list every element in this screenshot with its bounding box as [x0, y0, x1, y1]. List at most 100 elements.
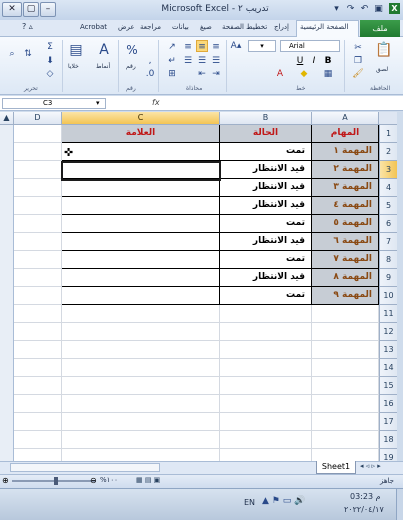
align-top-icon[interactable]: ≡ — [210, 41, 222, 53]
row-header-11[interactable]: 11 — [379, 305, 397, 323]
decimal-icon[interactable]: .0 — [144, 68, 156, 80]
undo-icon[interactable]: ↶ — [358, 3, 371, 16]
zoom-out-icon[interactable]: ⊖ — [90, 476, 97, 485]
cell-c16[interactable] — [62, 395, 220, 413]
vertical-scrollbar[interactable] — [0, 125, 14, 461]
row-header-15[interactable]: 15 — [379, 377, 397, 395]
cell-c19[interactable] — [62, 449, 220, 461]
cell-a16[interactable] — [312, 395, 379, 413]
cell-b18[interactable] — [220, 431, 312, 449]
task-cell[interactable]: المهمة ٢ — [312, 161, 379, 179]
tab-acrobat[interactable]: Acrobat — [80, 23, 107, 31]
maximize-button[interactable]: ▢ — [23, 2, 39, 17]
autosum-icon[interactable]: Σ — [44, 41, 56, 53]
task-cell[interactable]: المهمة ٥ — [312, 215, 379, 233]
italic-icon[interactable]: I — [308, 55, 320, 67]
sheet-nav-icons[interactable]: ◂ ◃ ▹ ▸ — [360, 462, 381, 470]
cell-c13[interactable] — [62, 341, 220, 359]
tab-file[interactable]: ملف — [360, 20, 400, 37]
cell-b15[interactable] — [220, 377, 312, 395]
row-header-1[interactable]: 1 — [379, 125, 397, 143]
row-header-5[interactable]: 5 — [379, 197, 397, 215]
cell-c6[interactable] — [62, 215, 220, 233]
tab-formulas[interactable]: صيغ — [200, 23, 212, 31]
percent-icon[interactable]: % — [122, 40, 142, 60]
cell-a19[interactable] — [312, 449, 379, 461]
cell-d9[interactable] — [14, 269, 62, 287]
styles-icon[interactable]: A — [94, 40, 114, 60]
status-cell[interactable]: قيد الانتظار — [220, 233, 312, 251]
underline-icon[interactable]: U — [294, 55, 306, 67]
row-header-4[interactable]: 4 — [379, 179, 397, 197]
cell-d16[interactable] — [14, 395, 62, 413]
fill-color-icon[interactable]: ◆ — [298, 68, 310, 80]
name-box-dropdown-icon[interactable]: ▾ — [96, 99, 100, 107]
cell-d4[interactable] — [14, 179, 62, 197]
task-cell[interactable]: المهمة ٩ — [312, 287, 379, 305]
status-cell[interactable]: تمت — [220, 215, 312, 233]
row-header-14[interactable]: 14 — [379, 359, 397, 377]
grow-font-icon[interactable]: A▴ — [230, 40, 242, 52]
cell-d15[interactable] — [14, 377, 62, 395]
language-indicator[interactable]: EN — [244, 498, 255, 507]
row-header-3[interactable]: 3 — [379, 161, 397, 179]
cell-c11[interactable] — [62, 305, 220, 323]
clear-icon[interactable]: ◇ — [44, 68, 56, 80]
cell-c12[interactable] — [62, 323, 220, 341]
close-button[interactable]: ✕ — [2, 2, 22, 17]
cell-a17[interactable] — [312, 413, 379, 431]
tab-page-layout[interactable]: تخطيط الصفحة — [222, 23, 267, 31]
task-cell[interactable]: المهمة ٤ — [312, 197, 379, 215]
borders-icon[interactable]: ▦ — [322, 68, 334, 80]
cell-d5[interactable] — [14, 197, 62, 215]
tab-data[interactable]: بيانات — [172, 23, 189, 31]
select-all-button[interactable] — [379, 112, 397, 125]
cell-d18[interactable] — [14, 431, 62, 449]
column-header-d[interactable]: D — [14, 112, 62, 125]
row-header-16[interactable]: 16 — [379, 395, 397, 413]
cell-d14[interactable] — [14, 359, 62, 377]
scrollbar-top[interactable]: ▲ — [0, 112, 14, 125]
outdent-icon[interactable]: ⇤ — [196, 68, 208, 80]
font-size-select[interactable]: ▾ — [248, 40, 276, 52]
cell-d1[interactable] — [14, 125, 62, 143]
row-header-9[interactable]: 9 — [379, 269, 397, 287]
cell-b13[interactable] — [220, 341, 312, 359]
row-header-18[interactable]: 18 — [379, 431, 397, 449]
align-left-icon[interactable]: ☰ — [182, 55, 194, 67]
status-cell[interactable]: قيد الانتظار — [220, 269, 312, 287]
zoom-level[interactable]: %١٠٠ — [100, 476, 118, 484]
cell-c5[interactable] — [62, 197, 220, 215]
help-icon[interactable]: ? ▵ — [22, 22, 33, 31]
cell-c10[interactable] — [62, 287, 220, 305]
copy-icon[interactable]: ❐ — [352, 55, 364, 67]
row-header-17[interactable]: 17 — [379, 413, 397, 431]
align-middle-icon[interactable]: ≡ — [196, 40, 208, 52]
wrap-text-icon[interactable]: ↵ — [166, 55, 178, 67]
task-cell[interactable]: المهمة ٧ — [312, 251, 379, 269]
orientation-icon[interactable]: ↗ — [166, 41, 178, 53]
save-icon[interactable]: ▣ — [372, 3, 385, 16]
clock-time[interactable]: 03:23 م — [350, 492, 381, 501]
tab-view[interactable]: عرض — [118, 23, 135, 31]
cell-d8[interactable] — [14, 251, 62, 269]
cell-c17[interactable] — [62, 413, 220, 431]
cell-b11[interactable] — [220, 305, 312, 323]
font-name-select[interactable]: Arial — [280, 40, 340, 52]
cell-c8[interactable] — [62, 251, 220, 269]
minimize-button[interactable]: – — [40, 2, 56, 17]
cell-a14[interactable] — [312, 359, 379, 377]
row-header-13[interactable]: 13 — [379, 341, 397, 359]
column-header-b[interactable]: B — [220, 112, 312, 125]
worksheet-grid[interactable]: ▲ D C B A 123456789101112131415161718192… — [0, 112, 397, 461]
cell-a15[interactable] — [312, 377, 379, 395]
horizontal-scrollbar[interactable] — [10, 463, 160, 472]
cell-b12[interactable] — [220, 323, 312, 341]
tab-home[interactable]: الصفحة الرئيسية — [300, 23, 348, 31]
row-header-7[interactable]: 7 — [379, 233, 397, 251]
column-header-a[interactable]: A — [312, 112, 379, 125]
status-cell[interactable]: قيد الانتظار — [220, 179, 312, 197]
cell-a13[interactable] — [312, 341, 379, 359]
comma-style-icon[interactable]: , — [144, 55, 156, 67]
sort-filter-icon[interactable]: ⇅ — [22, 48, 34, 60]
